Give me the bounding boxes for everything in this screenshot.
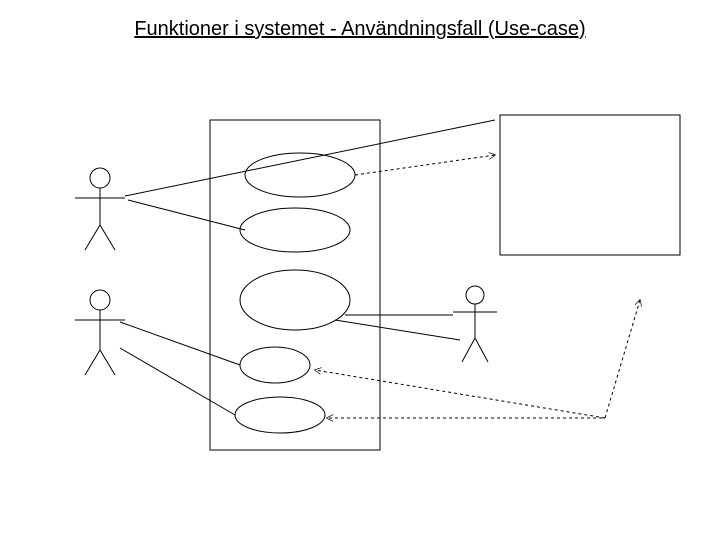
dependency-external-uc5: [327, 300, 640, 418]
assoc-actor1-top: [125, 120, 495, 196]
dependency-external-uc4: [315, 370, 605, 418]
use-case-2: [240, 208, 350, 252]
actor-3: [453, 286, 497, 362]
assoc-actor2-uc5: [120, 348, 235, 415]
use-case-5: [235, 397, 325, 433]
external-system-box: [500, 115, 680, 255]
assoc-actor1-uc2: [128, 200, 245, 230]
dependency-uc1-external: [355, 155, 495, 175]
assoc-uc3-actor3-b: [335, 320, 460, 340]
actor-1: [75, 168, 125, 250]
use-case-4: [240, 347, 310, 383]
actor-2: [75, 290, 125, 375]
system-boundary-box: [210, 120, 380, 450]
use-case-diagram: [0, 0, 720, 540]
use-case-3: [240, 270, 350, 330]
